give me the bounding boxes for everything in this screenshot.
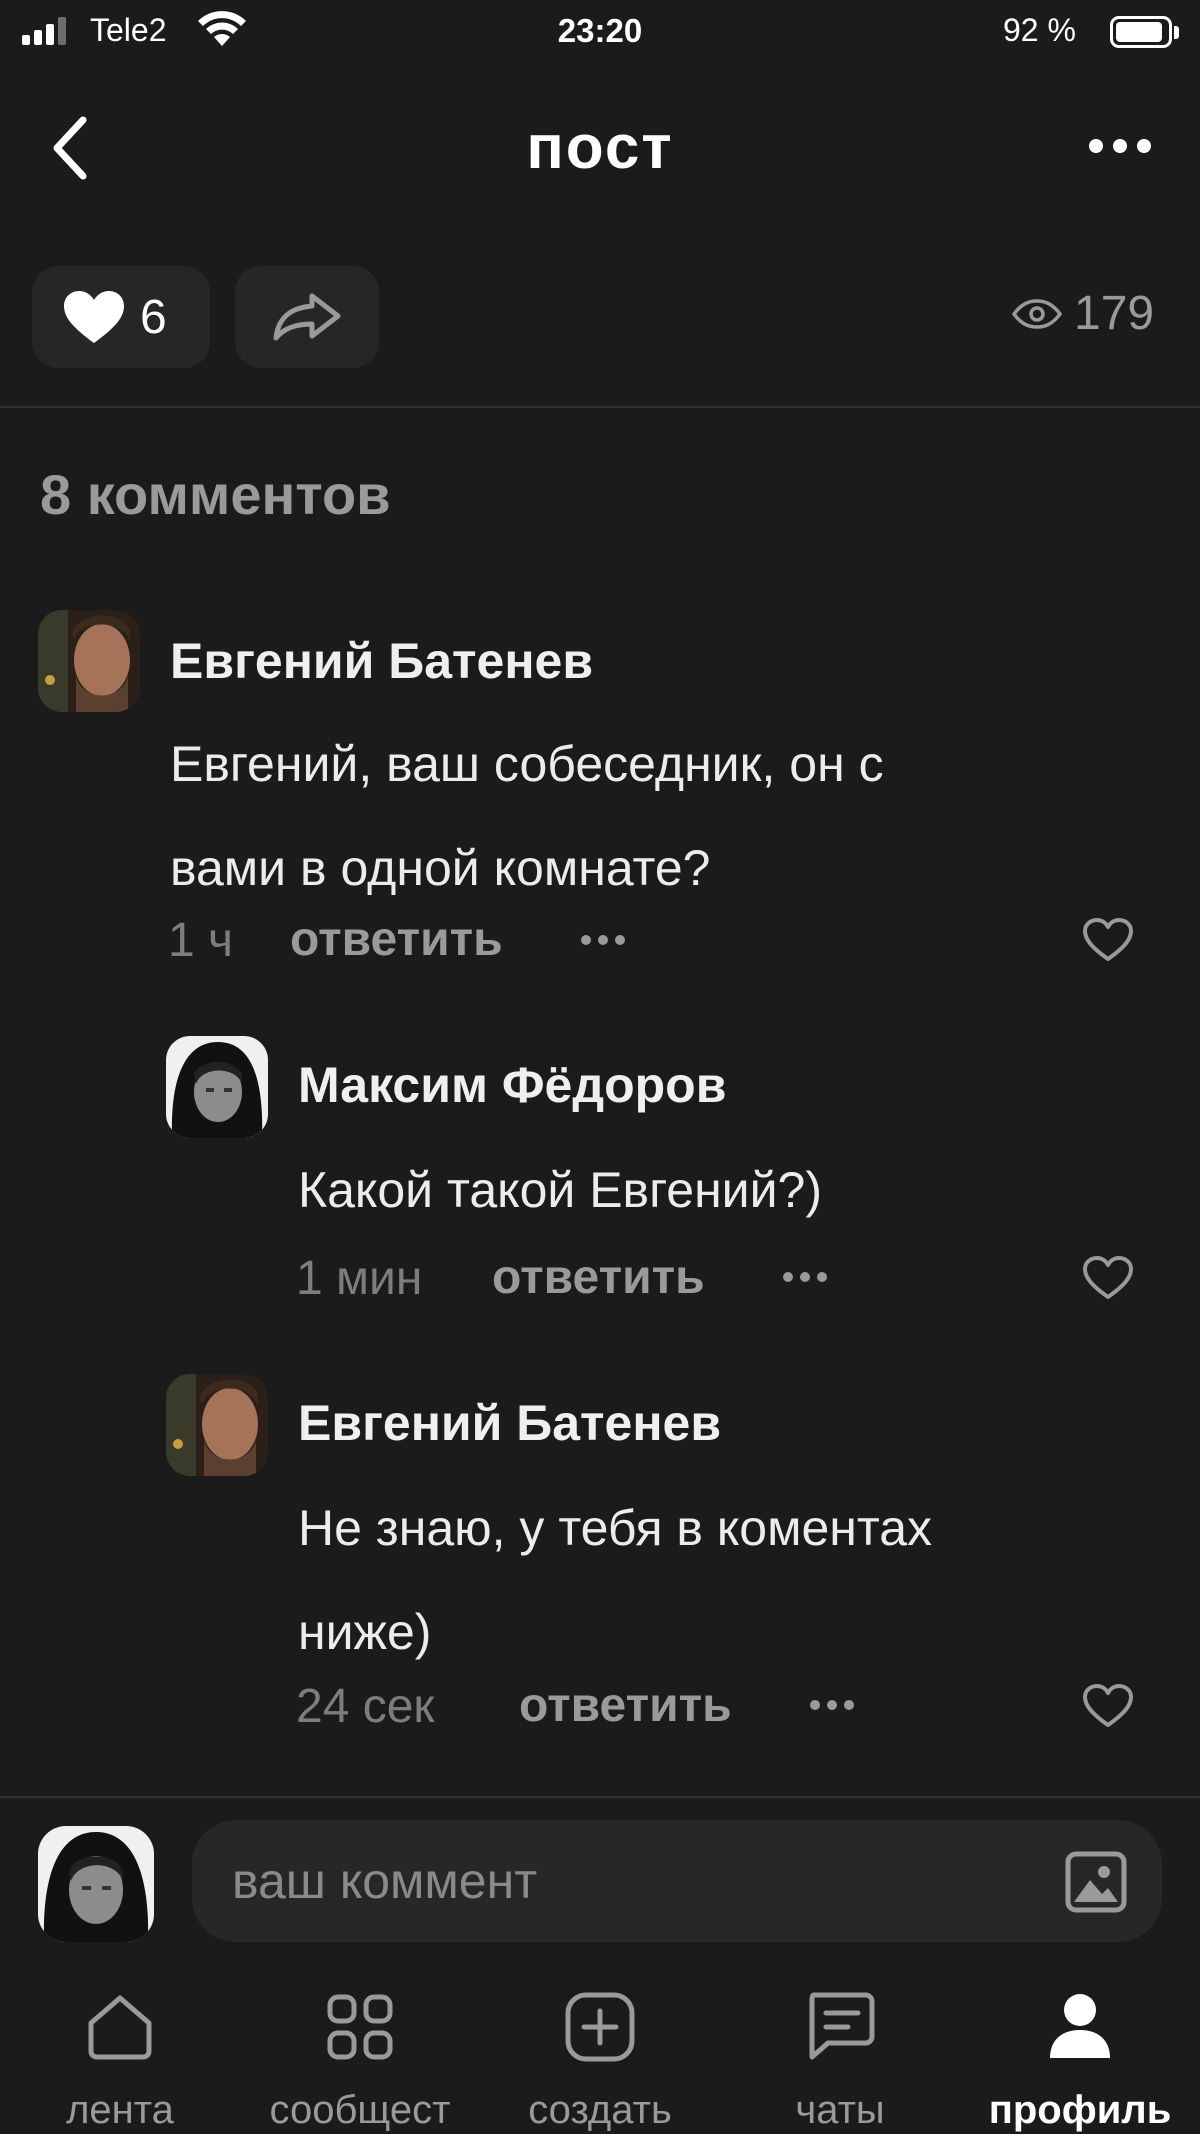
comment-input[interactable] bbox=[232, 1848, 1032, 1914]
tab-create[interactable]: создать bbox=[480, 1988, 720, 2133]
comment-meta: 24 сек bbox=[296, 1676, 434, 1736]
comment-author[interactable]: Евгений Батенев bbox=[298, 1394, 721, 1452]
comment-line: Какой такой Евгений?) bbox=[298, 1162, 822, 1218]
comment-meta: 1 мин bbox=[296, 1248, 422, 1308]
more-options-button[interactable] bbox=[1072, 124, 1168, 168]
tab-communities[interactable]: сообщест bbox=[240, 1988, 480, 2133]
current-user-avatar[interactable] bbox=[38, 1826, 154, 1942]
views-count: 179 bbox=[1074, 287, 1155, 340]
tab-label: сообщест bbox=[269, 2088, 451, 2132]
comment-text: Не знаю, у тебя в коментах ниже) bbox=[298, 1476, 932, 1684]
comment-author[interactable]: Максим Фёдоров bbox=[298, 1056, 726, 1114]
tab-chats[interactable]: чаты bbox=[720, 1988, 960, 2133]
comment-time: 1 мин bbox=[296, 1251, 423, 1305]
avatar[interactable] bbox=[38, 610, 140, 712]
person-icon bbox=[1050, 1994, 1110, 2058]
comment-meta: 1 ч bbox=[168, 910, 233, 970]
like-button[interactable]: 6 bbox=[32, 266, 210, 368]
avatar[interactable] bbox=[166, 1374, 268, 1476]
comment-line: Не знаю, у тебя в коментах bbox=[298, 1500, 933, 1556]
views-counter: 179 bbox=[1012, 286, 1154, 341]
tab-feed[interactable]: лента bbox=[0, 1988, 240, 2133]
tab-label: лента bbox=[66, 2088, 174, 2132]
reply-button[interactable]: ответить bbox=[492, 1248, 705, 1308]
status-bar: Tele2 23:20 92 % bbox=[0, 0, 1200, 70]
tab-label: чаты bbox=[795, 2088, 885, 2132]
reply-button[interactable]: ответить bbox=[290, 910, 503, 970]
tab-label: создать bbox=[528, 2088, 672, 2132]
comment-line: вами в одной комнате? bbox=[170, 840, 711, 896]
chat-icon bbox=[809, 1992, 875, 2060]
comment-more-button[interactable] bbox=[810, 1700, 854, 1710]
battery-nub bbox=[1174, 26, 1179, 39]
battery-percent: 92 % bbox=[1003, 12, 1076, 48]
like-count: 6 bbox=[140, 290, 167, 344]
comment-time: 1 ч bbox=[168, 913, 234, 967]
comment-more-button[interactable] bbox=[783, 1272, 827, 1282]
share-button[interactable] bbox=[235, 266, 379, 368]
comments-count: 8 комментов bbox=[40, 463, 391, 526]
comment-like-button[interactable] bbox=[1078, 910, 1138, 970]
avatar[interactable] bbox=[166, 1036, 268, 1138]
tab-profile[interactable]: профиль bbox=[960, 1988, 1200, 2133]
heart-outline-icon bbox=[1083, 1684, 1133, 1727]
reply-button[interactable]: ответить bbox=[519, 1676, 732, 1736]
comment-time: 24 сек bbox=[296, 1679, 435, 1733]
divider bbox=[0, 406, 1200, 408]
battery-icon bbox=[1110, 16, 1172, 48]
comment-line: Евгений, ваш собеседник, он с bbox=[170, 736, 884, 792]
tab-label: профиль bbox=[988, 2088, 1172, 2132]
comment-author[interactable]: Евгений Батенев bbox=[170, 632, 593, 690]
comment-input-box bbox=[192, 1820, 1162, 1942]
comment-line: ниже) bbox=[298, 1604, 432, 1660]
grid-icon bbox=[327, 1994, 393, 2060]
share-arrow-icon bbox=[273, 293, 341, 341]
image-attach-icon[interactable] bbox=[1064, 1850, 1128, 1914]
page-title: пост bbox=[526, 113, 674, 182]
home-icon bbox=[88, 1995, 152, 2060]
comment-more-button[interactable] bbox=[581, 935, 625, 945]
comment-text: Какой такой Евгений?) bbox=[298, 1138, 822, 1242]
eye-icon bbox=[1012, 298, 1062, 329]
heart-filled-icon bbox=[64, 291, 124, 343]
comment-text: Евгений, ваш собеседник, он с вами в одн… bbox=[170, 712, 884, 920]
plus-icon bbox=[565, 1992, 635, 2062]
divider bbox=[0, 1796, 1200, 1798]
heart-outline-icon bbox=[1083, 918, 1133, 961]
comment-like-button[interactable] bbox=[1078, 1676, 1138, 1736]
comment-like-button[interactable] bbox=[1078, 1248, 1138, 1308]
heart-outline-icon bbox=[1083, 1256, 1133, 1299]
